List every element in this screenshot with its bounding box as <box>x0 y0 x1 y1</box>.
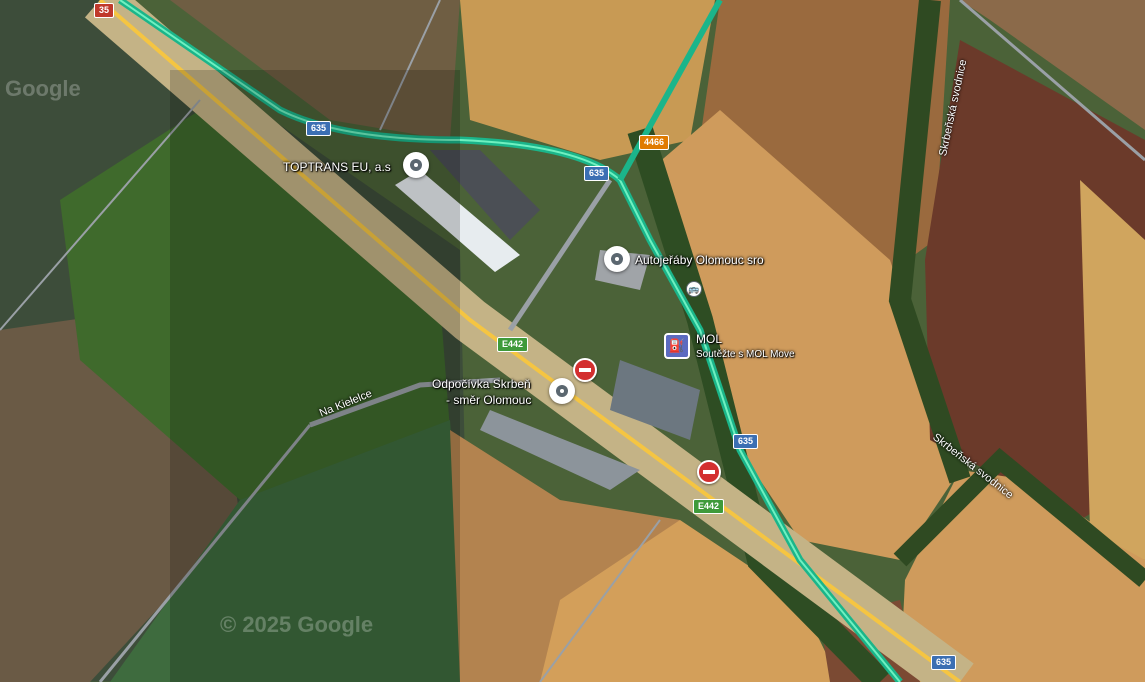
place-label-toptrans[interactable]: TOPTRANS EU, a.s <box>283 160 391 174</box>
route-35-shield: 35 <box>94 3 115 18</box>
route-4466-shield: 4466 <box>639 135 670 150</box>
place-label-autojeraby[interactable]: Autojeřáby Olomouc sro <box>635 253 764 267</box>
route-e442-shield: E442 <box>497 337 529 352</box>
no-entry-icon <box>573 358 597 382</box>
map-viewport[interactable]: Google © 2025 Google 35 635 635 635 635 … <box>0 0 1145 682</box>
google-watermark: Google <box>5 76 81 101</box>
place-label-mol[interactable]: MOL <box>696 332 722 346</box>
place-pin-icon[interactable] <box>604 246 630 272</box>
no-entry-icon <box>697 460 721 484</box>
route-635-shield: 635 <box>306 121 332 136</box>
route-e442-shield: E442 <box>693 499 725 514</box>
route-635-shield: 635 <box>733 434 759 449</box>
place-sublabel-mol: Soutěžte s MOL Move <box>696 349 795 360</box>
copyright-watermark: © 2025 Google <box>220 612 374 637</box>
place-label-odpocivka-direction[interactable]: - směr Olomouc <box>446 393 531 407</box>
fuel-station-icon[interactable]: ⛽ <box>664 333 690 359</box>
bus-stop-icon[interactable]: 🚌 <box>686 281 702 297</box>
place-pin-icon[interactable] <box>549 378 575 404</box>
route-635-shield: 635 <box>931 655 957 670</box>
route-635-shield: 635 <box>584 166 610 181</box>
place-label-odpocivka[interactable]: Odpočívka Skrbeň <box>432 377 531 391</box>
place-pin-icon[interactable] <box>403 152 429 178</box>
